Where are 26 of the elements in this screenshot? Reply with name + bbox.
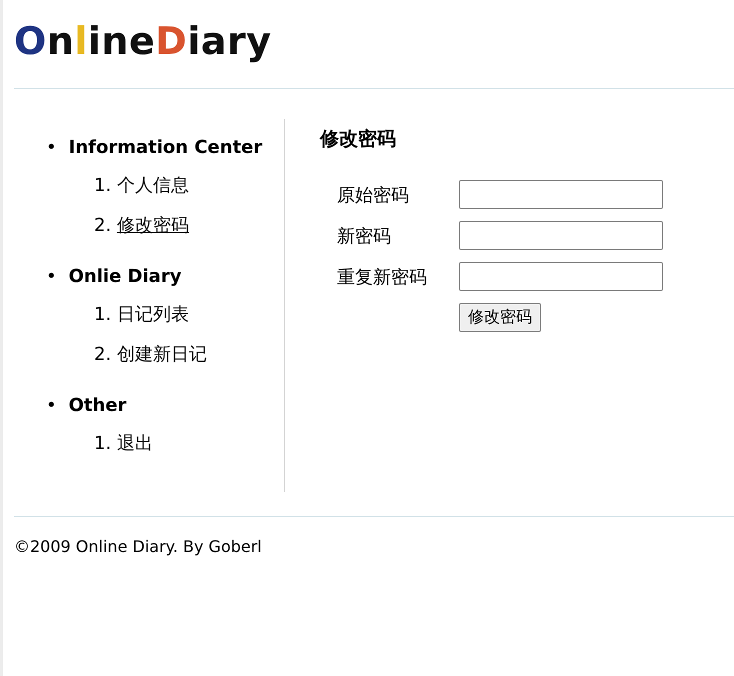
sidebar-link[interactable]: 日记列表 — [116, 304, 189, 325]
footer-text: ©2009 Online Diary. By Goberl — [14, 537, 263, 556]
list-number: 2. — [94, 215, 112, 236]
list-number: 1. — [94, 175, 112, 196]
list-number: 1. — [94, 304, 112, 325]
field-label: 原始密码 — [337, 184, 410, 206]
bullet-marker: • — [46, 395, 57, 416]
sidebar-heading: Information Center — [68, 137, 262, 158]
password-field[interactable] — [459, 180, 663, 209]
form-title: 修改密码 — [320, 127, 397, 152]
sidebar-link[interactable]: 个人信息 — [116, 175, 189, 196]
sidebar-link[interactable]: 创建新日记 — [116, 344, 207, 365]
field-label: 新密码 — [337, 224, 392, 248]
bullet-marker: • — [46, 137, 57, 158]
sidebar-heading: Onlie Diary — [68, 266, 182, 287]
list-number: 2. — [94, 344, 112, 365]
list-number: 1. — [94, 433, 112, 454]
password-field[interactable] — [459, 262, 663, 291]
submit-button[interactable]: 修改密码 — [459, 303, 541, 332]
sidebar-link[interactable]: 修改密码 — [116, 215, 189, 236]
password-field[interactable] — [459, 221, 663, 250]
field-label: 重复新密码 — [337, 266, 428, 288]
sidebar-link[interactable]: 退出 — [116, 433, 153, 454]
sidebar-heading: Other — [68, 395, 126, 416]
bullet-marker: • — [46, 266, 57, 287]
logo: OnlineDiary — [14, 18, 272, 64]
